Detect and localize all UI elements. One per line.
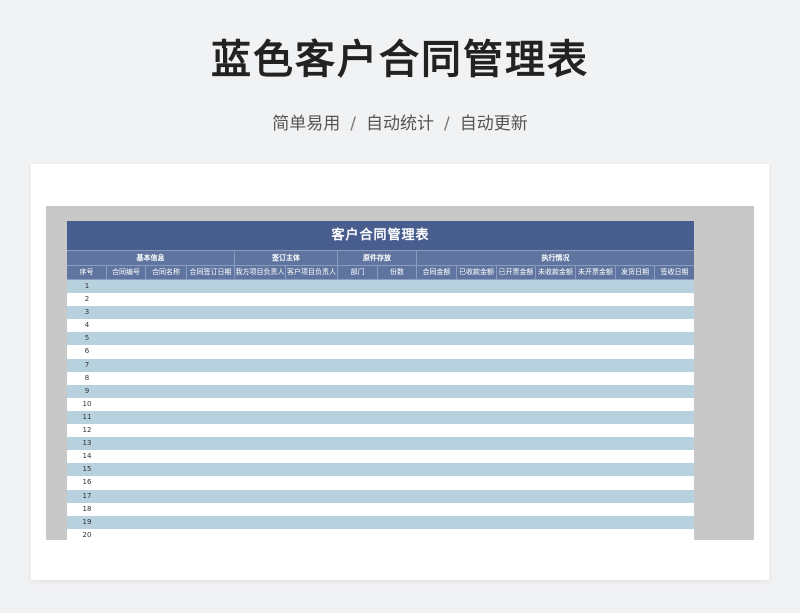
column-header-cell[interactable]: 序号 (67, 266, 107, 279)
column-header-cell[interactable]: 签收日期 (655, 266, 694, 279)
row-number: 9 (84, 386, 90, 395)
table-row[interactable]: 19 (67, 515, 694, 529)
table-row[interactable]: 6 (67, 345, 694, 359)
row-number: 7 (84, 360, 90, 369)
table-row[interactable]: 15 (67, 463, 694, 477)
table-row[interactable]: 8 (67, 371, 694, 385)
row-number: 8 (84, 373, 90, 382)
table-row[interactable]: 9 (67, 384, 694, 398)
row-number: 19 (82, 517, 92, 526)
table-row[interactable]: 20 (67, 528, 694, 541)
row-number: 12 (82, 426, 92, 435)
group-header-cell: 执行情况 (541, 254, 570, 262)
column-header-cell[interactable]: 已收款金额 (457, 266, 497, 279)
column-header-cell[interactable]: 合同金额 (417, 266, 457, 279)
column-header-cell[interactable]: 客户项目负责人 (286, 266, 338, 279)
column-header-cell[interactable]: 部门 (338, 266, 378, 279)
table-row[interactable]: 16 (67, 476, 694, 490)
row-number: 10 (82, 399, 92, 408)
column-header-cell[interactable]: 份数 (378, 266, 417, 279)
subtitle-separator: / (444, 114, 450, 134)
row-number: 4 (84, 321, 90, 330)
table-row[interactable]: 12 (67, 424, 694, 438)
row-number: 3 (84, 308, 90, 317)
column-header-cell[interactable]: 合同编号 (107, 266, 146, 279)
table-row[interactable]: 7 (67, 358, 694, 372)
row-number: 1 (84, 282, 90, 290)
table-row[interactable]: 2 (67, 293, 694, 307)
subtitle-item: 自动更新 (459, 114, 528, 134)
row-number: 17 (82, 491, 92, 500)
column-header-cell[interactable]: 合同名称 (146, 266, 187, 279)
row-number: 14 (82, 452, 92, 461)
table-row[interactable]: 18 (67, 502, 694, 516)
group-header-cell: 基本信息 (67, 251, 235, 265)
table-row[interactable]: 5 (67, 332, 694, 346)
group-header-cell: 原件存放 (338, 251, 417, 265)
spreadsheet: 客户合同管理表 基本信息 签订主体 原件存放 执行情况 序号 合同编号 合同名称… (67, 221, 694, 541)
row-number: 6 (84, 347, 90, 356)
row-number: 18 (82, 504, 92, 513)
column-header-cell[interactable]: 未开票金额 (576, 266, 616, 279)
table-row[interactable]: 13 (67, 437, 694, 451)
row-number: 2 (84, 295, 90, 304)
column-header-cell[interactable]: 未收款金额 (536, 266, 576, 279)
table-row[interactable]: 3 (67, 306, 694, 320)
group-header-row: 基本信息 签订主体 原件存放 执行情况 (67, 250, 694, 265)
row-number: 20 (82, 530, 92, 539)
row-number: 5 (84, 334, 90, 343)
page-subtitle: 简单易用 / 自动统计 / 自动更新 (0, 110, 800, 138)
column-header-cell[interactable]: 我方项目负责人 (235, 266, 286, 279)
subtitle-item: 简单易用 (272, 114, 341, 134)
table-row[interactable]: 1 (67, 280, 694, 294)
row-number: 13 (82, 439, 92, 448)
row-number: 11 (82, 412, 92, 421)
table-row[interactable]: 4 (67, 319, 694, 333)
table-row[interactable]: 11 (67, 410, 694, 425)
column-header-cell[interactable]: 合同签订日期 (187, 266, 235, 279)
subtitle-separator: / (350, 114, 356, 134)
sheet-title: 客户合同管理表 (67, 221, 694, 250)
page-title: 蓝色客户合同管理表 (211, 37, 589, 83)
column-header-row: 序号 合同编号 合同名称 合同签订日期 我方项目负责人 客户项目负责人 部门 份… (67, 265, 694, 280)
table-row[interactable]: 10 (67, 397, 694, 411)
row-number: 15 (82, 465, 92, 474)
subtitle-item: 自动统计 (366, 114, 434, 134)
column-header-cell[interactable]: 已开票金额 (497, 266, 536, 279)
row-number: 16 (82, 478, 92, 487)
group-header-cell: 签订主体 (235, 251, 338, 265)
table-row[interactable]: 17 (67, 489, 694, 503)
column-header-cell[interactable]: 发货日期 (616, 266, 655, 279)
table-row[interactable]: 14 (67, 450, 694, 464)
